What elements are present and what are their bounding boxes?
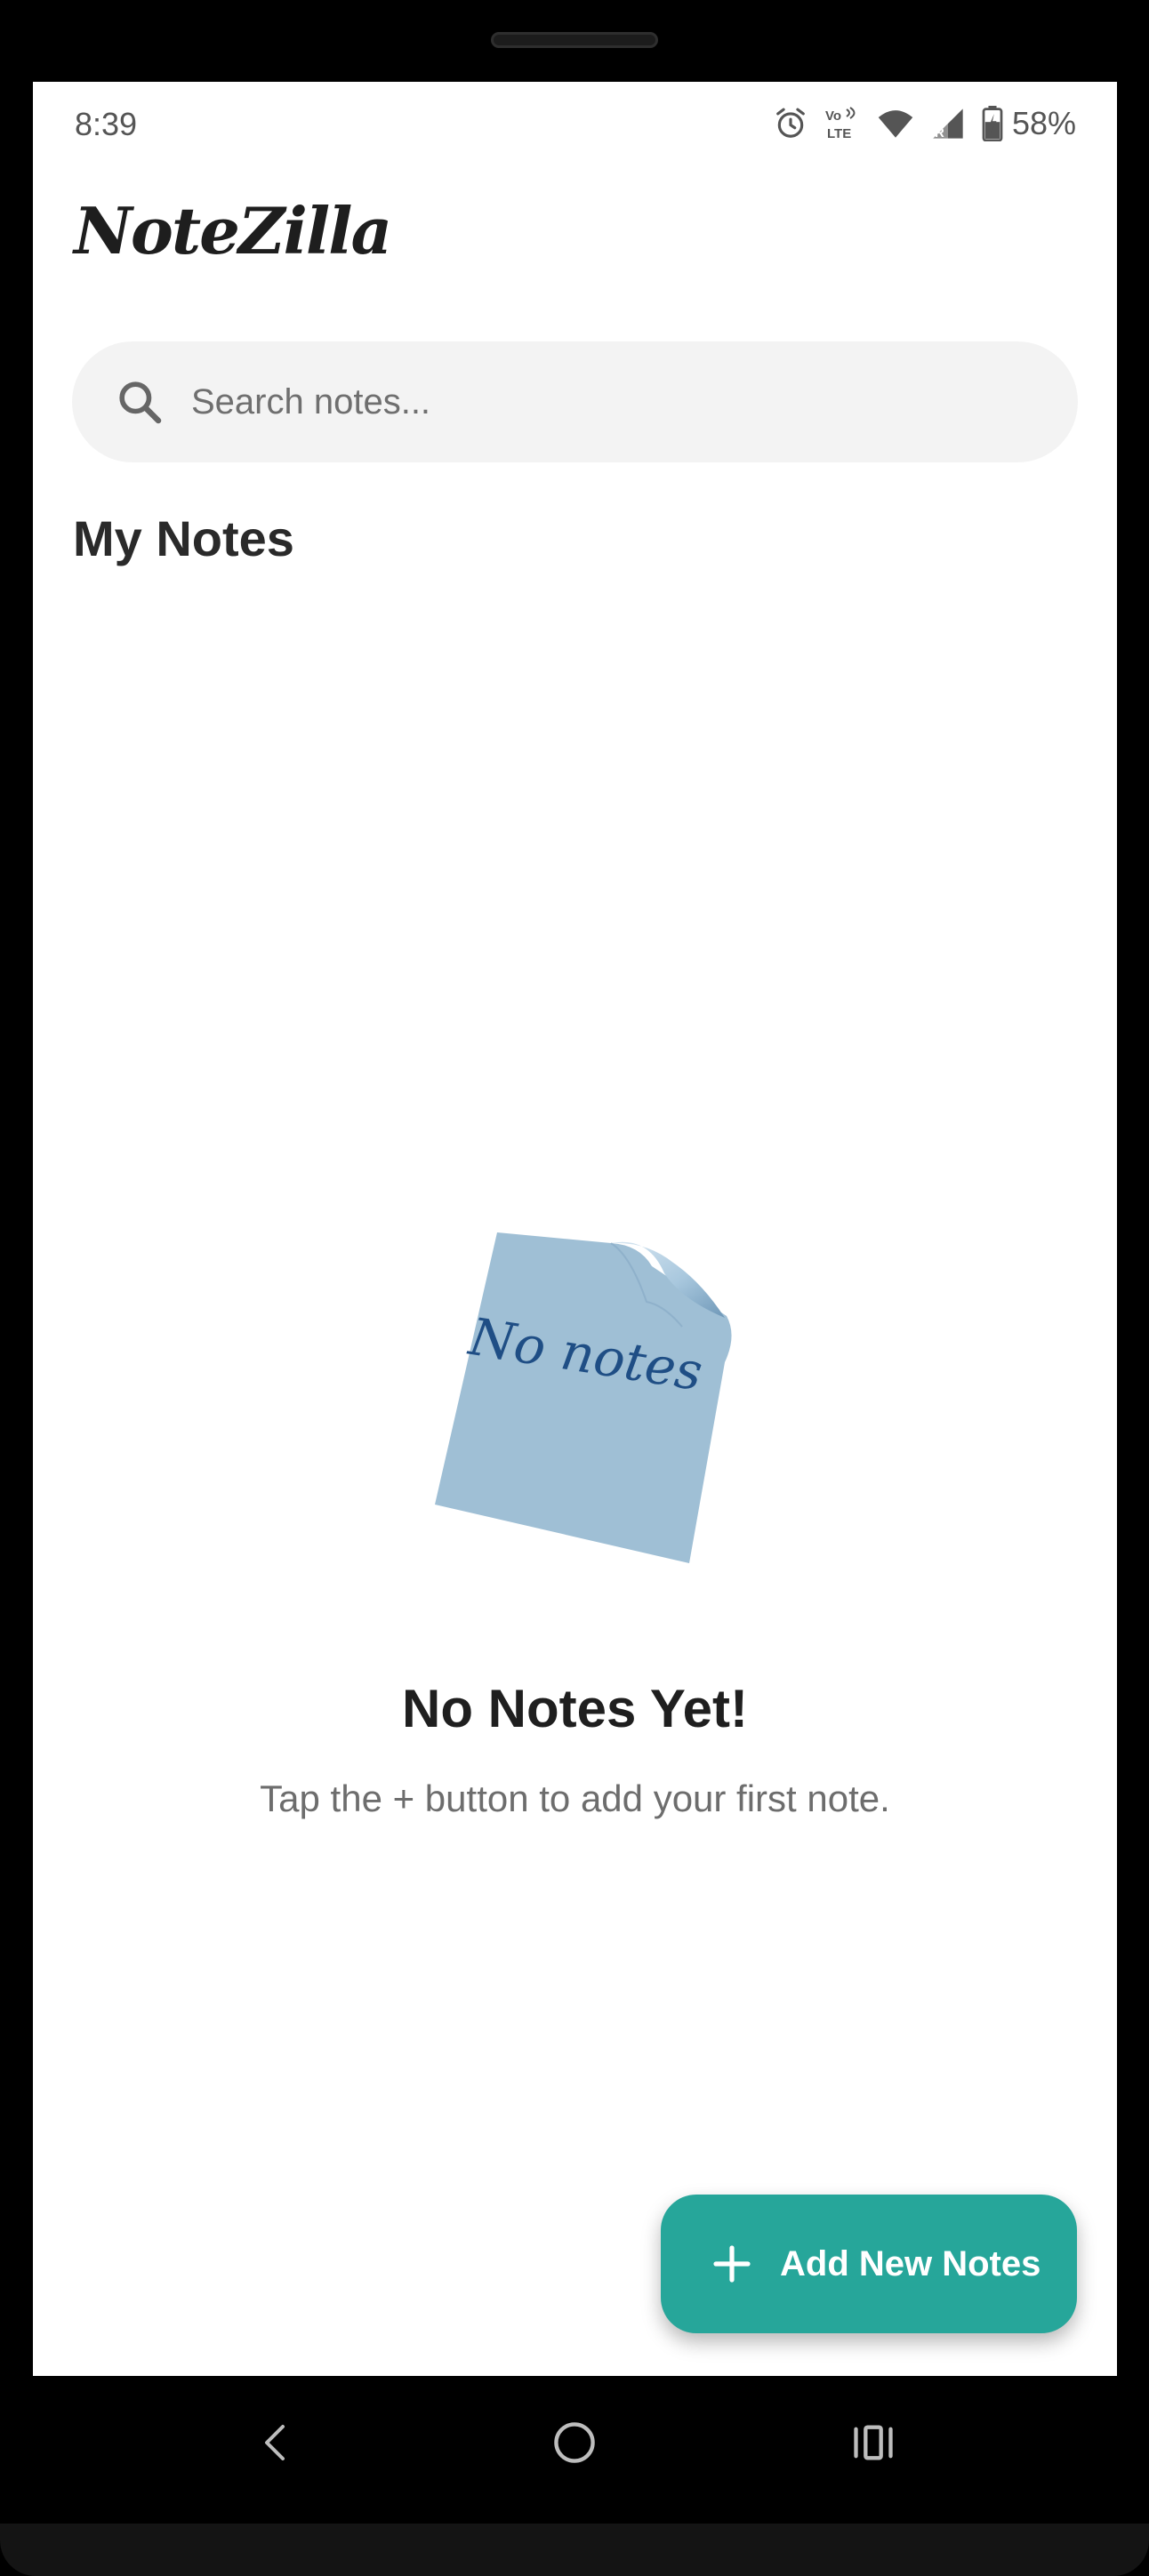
- plus-icon: [713, 2245, 751, 2283]
- sticky-note-illustration: No notes: [435, 1232, 732, 1563]
- status-icons: Vo LTE R 58%: [774, 101, 1076, 146]
- recents-button[interactable]: [838, 2407, 909, 2478]
- add-new-notes-button[interactable]: Add New Notes: [661, 2195, 1077, 2333]
- section-title: My Notes: [73, 510, 294, 566]
- search-icon: [119, 381, 162, 424]
- wifi-icon: [878, 110, 913, 138]
- status-time: 8:39: [75, 106, 138, 142]
- add-new-notes-label: Add New Notes: [780, 2243, 1041, 2283]
- alarm-icon: [776, 108, 805, 138]
- empty-state-title: No Notes Yet!: [402, 1679, 748, 1738]
- back-icon: [265, 2425, 285, 2460]
- phone-device: 8:39 Vo LTE R 58% NoteZilla Search notes…: [0, 0, 1149, 2576]
- back-button[interactable]: [240, 2407, 311, 2478]
- search-bar[interactable]: [72, 341, 1078, 462]
- home-icon: [554, 2422, 595, 2463]
- search-input[interactable]: [189, 381, 1078, 423]
- earpiece-speaker: [491, 32, 658, 48]
- app-screen: 8:39 Vo LTE R 58% NoteZilla Search notes…: [33, 82, 1117, 2376]
- system-navigation-bar: [0, 2376, 1149, 2509]
- home-button[interactable]: [539, 2407, 610, 2478]
- app-title: NoteZilla: [74, 193, 392, 269]
- battery-percentage: 58%: [1011, 105, 1076, 141]
- volte-label-top: Vo: [825, 108, 841, 124]
- recents-icon: [854, 2425, 893, 2460]
- signal-icon: R: [933, 108, 963, 140]
- battery-icon: [982, 106, 1003, 141]
- volte-label-bottom: LTE: [827, 126, 851, 141]
- volte-icon: Vo LTE: [825, 107, 856, 141]
- svg-text:R: R: [935, 125, 944, 140]
- empty-state-subtitle: Tap the + button to add your first note.: [260, 1778, 890, 1819]
- device-bottom-edge: [0, 2524, 1149, 2576]
